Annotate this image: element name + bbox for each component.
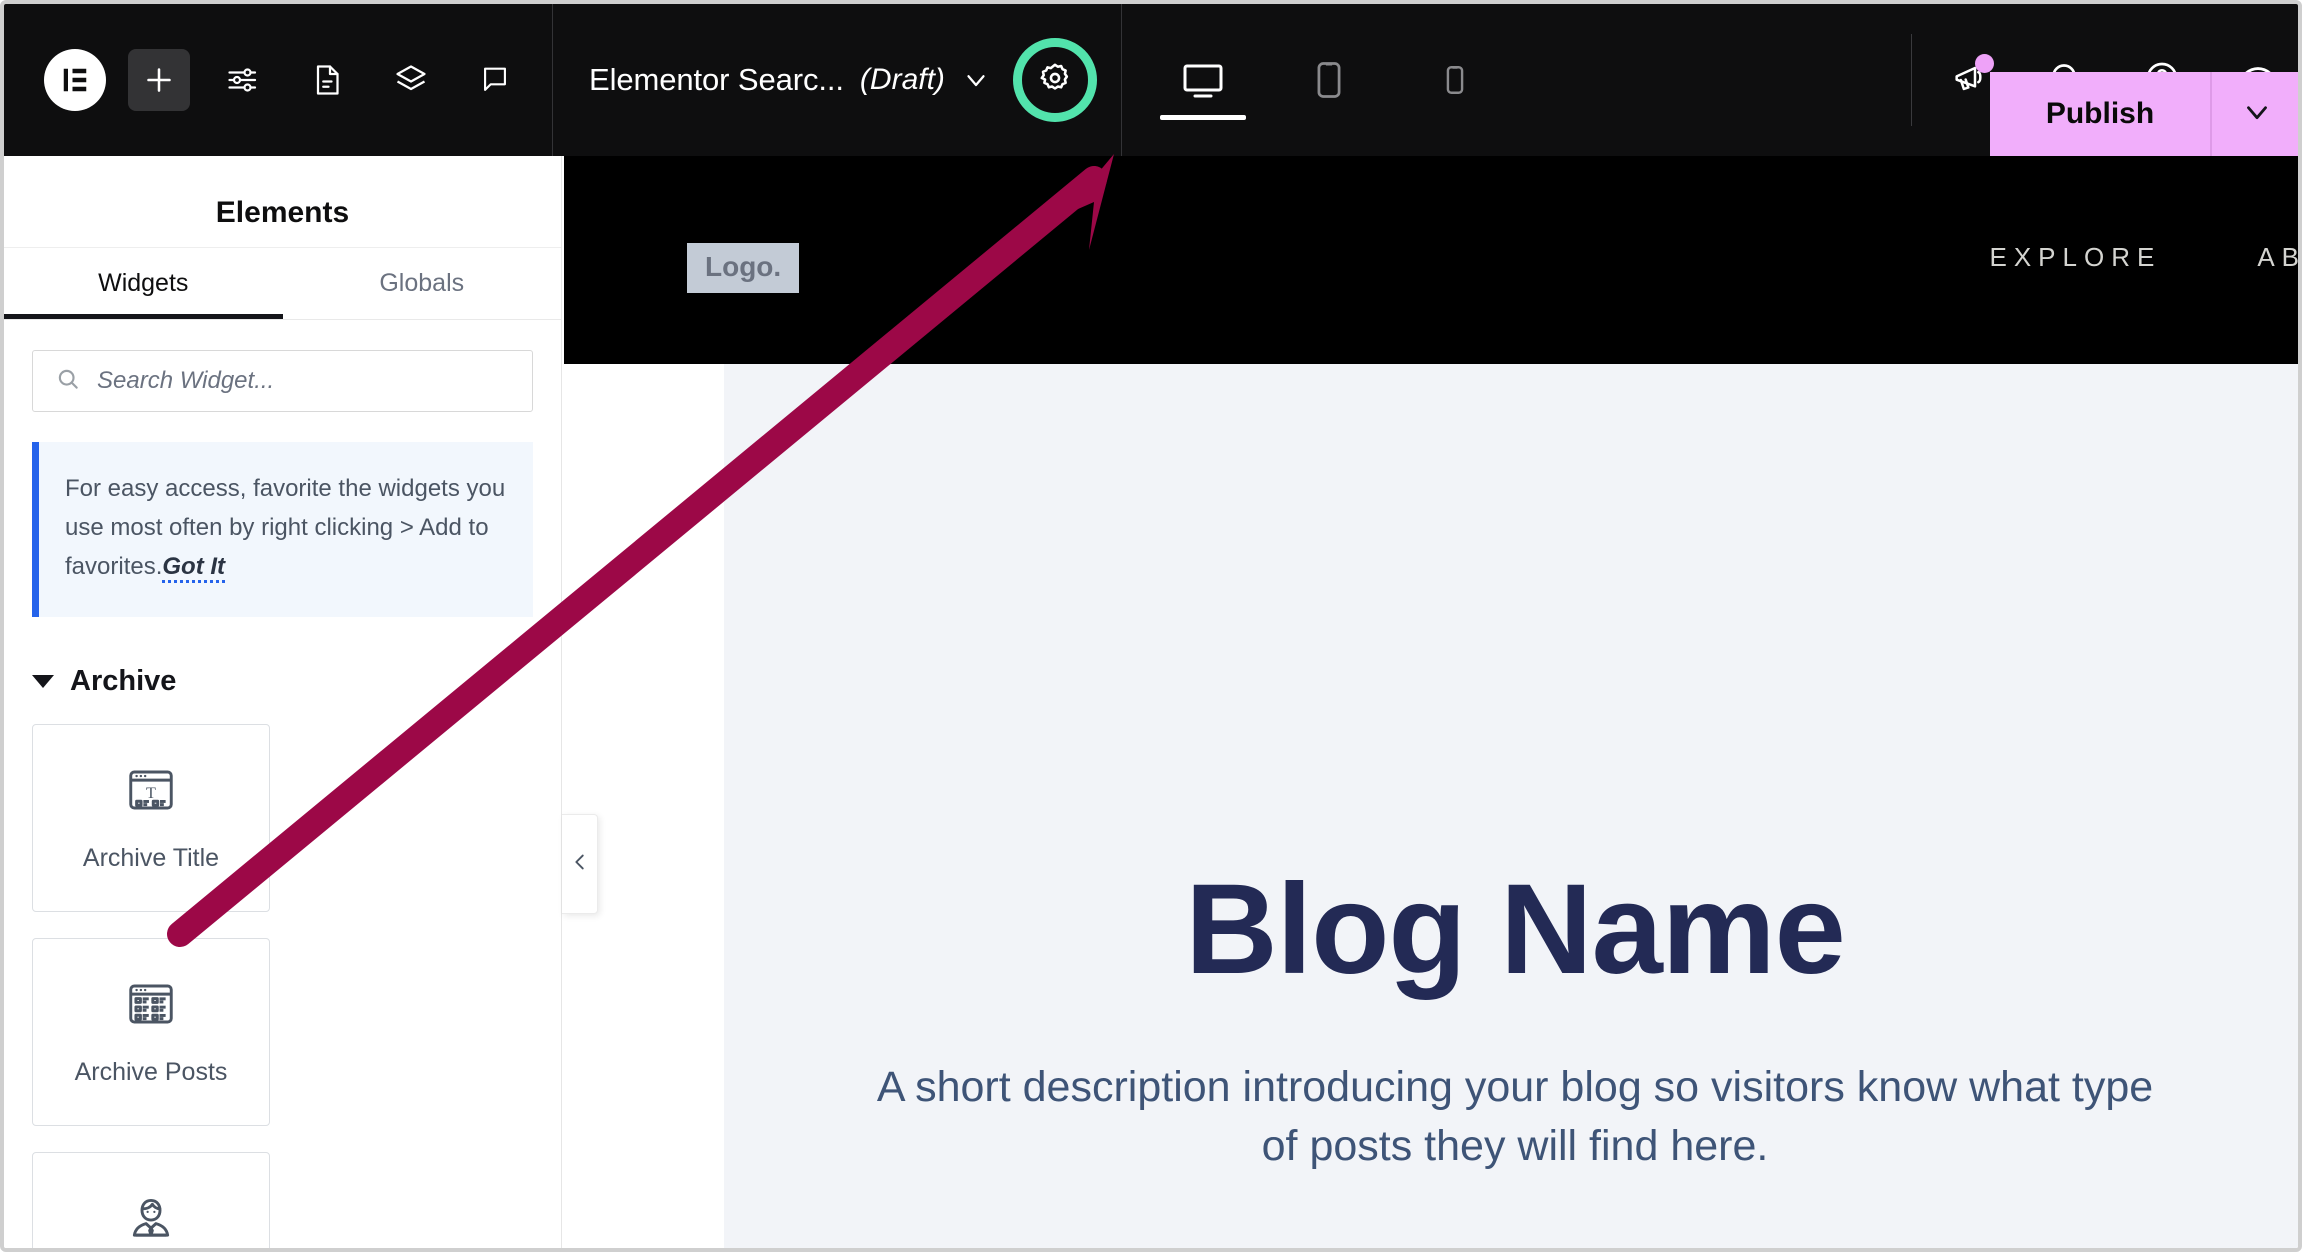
site-settings-button[interactable] (212, 49, 274, 111)
panel-header: Elements (4, 178, 561, 248)
document-title: Elementor Searc... (589, 62, 844, 97)
notification-badge-dot (1975, 54, 1994, 73)
device-preview-switcher (1122, 4, 1490, 156)
tab-widgets[interactable]: Widgets (4, 248, 283, 319)
site-nav: EXPLORE AB (1989, 242, 2298, 273)
document-title-group[interactable]: Elementor Searc... (Draft) (553, 4, 991, 156)
device-mobile-button[interactable] (1420, 32, 1490, 128)
widget-author-box[interactable]: Author Box (32, 1151, 270, 1248)
tab-widgets-label: Widgets (98, 269, 189, 297)
favorites-notice-text: For easy access, favorite the widgets yo… (65, 470, 509, 587)
site-header-preview: Logo. EXPLORE AB (564, 156, 2298, 364)
tab-globals[interactable]: Globals (283, 248, 562, 319)
canvas-left-gutter (562, 364, 724, 1248)
search-widget-box[interactable] (32, 350, 533, 412)
editor-canvas: Logo. EXPLORE AB Blog Name A short descr… (562, 156, 2298, 1248)
nav-link-explore[interactable]: EXPLORE (1989, 242, 2161, 273)
section-archive-title: Archive (70, 664, 177, 697)
publish-button[interactable]: Publish (1990, 72, 2210, 156)
search-input[interactable] (97, 367, 510, 395)
search-container (4, 320, 561, 412)
section-archive: Archive T Archive Title Archive Posts (4, 665, 561, 1248)
device-desktop-button[interactable] (1159, 32, 1246, 128)
svg-text:T: T (146, 784, 156, 802)
layers-icon (393, 62, 429, 98)
author-box-icon (124, 1191, 178, 1248)
search-icon (55, 366, 81, 397)
widget-archive-posts-label: Archive Posts (74, 1057, 228, 1086)
top-bar-left-group (4, 4, 526, 156)
widget-archive-title[interactable]: T Archive Title (32, 723, 270, 912)
structure-layers-button[interactable] (380, 49, 442, 111)
blog-title: Blog Name (1185, 858, 1846, 1001)
favorites-notice-body: For easy access, favorite the widgets yo… (65, 475, 506, 580)
favorites-notice: For easy access, favorite the widgets yo… (32, 442, 533, 617)
section-archive-header[interactable]: Archive (32, 665, 533, 698)
elementor-logo-button[interactable] (44, 49, 106, 111)
archive-posts-icon (124, 977, 178, 1036)
chevron-down-icon (2240, 95, 2274, 134)
plus-icon (141, 62, 177, 98)
document-icon (309, 62, 345, 98)
comments-button[interactable] (464, 49, 526, 111)
publish-group: Publish (1990, 72, 2298, 156)
publish-options-button[interactable] (2212, 72, 2298, 156)
caret-down-icon (32, 674, 54, 688)
site-logo: Logo. (687, 243, 800, 293)
sliders-icon (225, 62, 261, 98)
panel-collapse-button[interactable] (562, 814, 598, 914)
chevron-left-icon (569, 851, 591, 878)
nav-link-about[interactable]: AB (2257, 242, 2298, 273)
document-status: (Draft) (859, 63, 945, 96)
panel-tabs: Widgets Globals (4, 248, 561, 320)
document-menu-chevron-down-icon[interactable] (961, 65, 991, 95)
elementor-editor-window: Elementor Searc... (Draft) Publish Logo.… (0, 0, 2302, 1252)
device-active-indicator (1159, 115, 1246, 120)
add-element-button[interactable] (128, 49, 190, 111)
comment-bubble-icon (478, 63, 512, 97)
elements-panel: Elements Widgets Globals Search Widget..… (4, 156, 562, 1248)
device-tablet-button[interactable] (1294, 32, 1364, 128)
hero-section: Blog Name A short description introducin… (724, 364, 2298, 1248)
settings-gear-button[interactable] (1012, 38, 1097, 122)
tab-globals-label: Globals (379, 269, 465, 297)
editor-top-bar: Elementor Searc... (Draft) Publish (4, 4, 2298, 156)
blog-description: A short description introducing your blo… (876, 1063, 2154, 1171)
settings-highlight-ring (1012, 38, 1097, 122)
page-title: Elements (215, 195, 350, 229)
elementor-logo-icon (60, 65, 90, 95)
widget-archive-title-label: Archive Title (82, 843, 220, 872)
archive-title-icon: T (124, 763, 178, 822)
page-settings-button[interactable] (296, 49, 358, 111)
widget-archive-posts[interactable]: Archive Posts (32, 937, 270, 1126)
got-it-button[interactable]: Got It (162, 552, 226, 583)
archive-widget-grid: T Archive Title Archive Posts (32, 723, 533, 1248)
